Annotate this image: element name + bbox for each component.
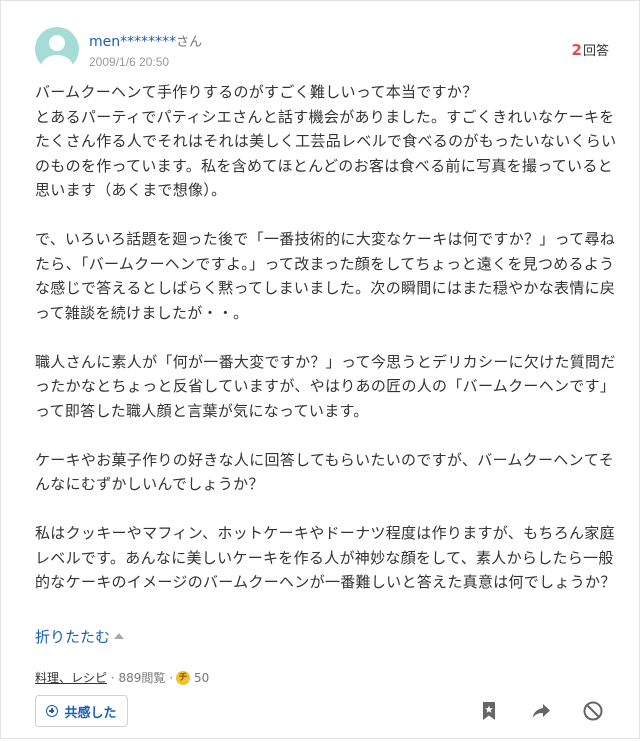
collapse-label: 折りたたむ [35,628,111,646]
meta-separator: · [107,670,119,685]
question-body: バームクーヘンて手作りするのがすごく難しいって本当ですか？ とあるパーティでパテ… [35,83,617,591]
category-link[interactable]: 料理、レシピ [35,669,107,686]
answer-count-label: 回答 [582,44,609,59]
share-icon[interactable] [529,699,553,723]
username: men******** [89,34,177,50]
question-meta: 料理、レシピ · 889閲覧 · チ 50 [35,669,209,686]
chevron-up-icon [114,632,125,639]
bookmark-icon[interactable] [477,699,501,723]
view-count: 889閲覧 [118,671,166,685]
username-suffix: さん [176,35,203,50]
post-date: 2009/1/6 20:50 [89,55,170,69]
username-link[interactable]: men********さん [89,31,202,50]
answer-count-number: 2 [571,41,582,59]
block-icon[interactable] [581,699,605,723]
question-card: men********さん 2009/1/6 20:50 2回答 バームクーヘン… [0,0,640,739]
collapse-toggle[interactable]: 折りたたむ [35,626,125,647]
empathy-label: 共感した [64,704,117,720]
meta-separator: · [165,670,174,685]
empathy-button[interactable]: 共感した [35,695,128,727]
plus-circle-icon [46,705,59,717]
answer-count[interactable]: 2回答 [572,40,609,59]
coin-amount: 50 [194,670,210,685]
avatar-head-shape [49,35,65,51]
user-avatar[interactable] [35,27,79,71]
coin-icon: チ [176,670,191,685]
avatar-body-shape [41,55,73,71]
